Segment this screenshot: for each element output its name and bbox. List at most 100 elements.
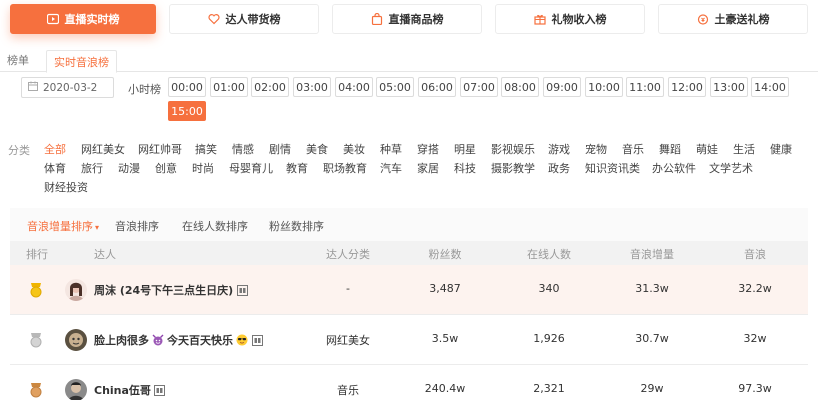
tab-gift-income[interactable]: 礼物收入榜 xyxy=(495,4,645,34)
avatar[interactable] xyxy=(65,379,87,400)
influencer-name[interactable]: China伍哥 xyxy=(94,382,166,398)
fans-cell: 240.4w xyxy=(424,382,466,395)
influencer-name[interactable]: 周沫 (24号下午三点生日庆) xyxy=(94,282,248,298)
tab-label: 礼物收入榜 xyxy=(551,13,607,26)
tab-influencer-sales[interactable]: 达人带货榜 xyxy=(169,4,319,34)
table-row[interactable]: 脸上肉很多 今天百天快乐 网红美女 3.5w 1,926 30.7w 32w xyxy=(10,315,808,365)
category-item[interactable]: 创意 xyxy=(155,160,177,176)
increment-cell: 30.7w xyxy=(635,332,669,345)
hour-button[interactable]: 08:00 xyxy=(501,77,539,97)
silver-medal-icon xyxy=(29,332,43,348)
online-cell: 340 xyxy=(538,282,560,295)
category-item[interactable]: 情感 xyxy=(232,141,254,157)
category-item[interactable]: 明星 xyxy=(454,141,476,157)
category-item[interactable]: 文学艺术 xyxy=(709,160,753,176)
category-item[interactable]: 美食 xyxy=(306,141,328,157)
hour-button[interactable]: 10:00 xyxy=(585,77,623,97)
tab-label: 直播商品榜 xyxy=(388,13,444,26)
category-item[interactable]: 政务 xyxy=(548,160,570,176)
category-item[interactable]: 游戏 xyxy=(548,141,570,157)
table-row[interactable]: 周沫 (24号下午三点生日庆) - 3,487 340 31.3w 32.2w xyxy=(10,265,808,315)
category-item[interactable]: 全部 xyxy=(44,141,66,157)
category-item[interactable]: 宠物 xyxy=(585,141,607,157)
category-item[interactable]: 健康 xyxy=(770,141,792,157)
column-header: 粉丝数 xyxy=(428,248,462,261)
category-item[interactable]: 美妆 xyxy=(343,141,365,157)
hour-button[interactable]: 14:00 xyxy=(751,77,789,97)
sort-tab-fans[interactable]: 粉丝数排序 xyxy=(269,218,324,234)
hour-button[interactable]: 06:00 xyxy=(418,77,456,97)
hour-button-active[interactable]: 15:00 xyxy=(168,101,206,121)
sort-arrow-icon: ▾ xyxy=(95,223,100,232)
total-cell: 32w xyxy=(743,332,767,345)
category-item[interactable]: 剧情 xyxy=(269,141,291,157)
hour-button[interactable]: 04:00 xyxy=(335,77,373,97)
rank-badge-icon xyxy=(236,284,248,296)
category-item[interactable]: 动漫 xyxy=(118,160,140,176)
bag-icon xyxy=(371,13,383,25)
category-item[interactable]: 科技 xyxy=(454,160,476,176)
rank-badge-icon xyxy=(154,384,166,396)
hour-button[interactable]: 13:00 xyxy=(710,77,748,97)
avatar[interactable] xyxy=(65,279,87,301)
category-item[interactable]: 种草 xyxy=(380,141,402,157)
table-row[interactable]: China伍哥 音乐 240.4w 2,321 29w 97.3w xyxy=(10,365,808,400)
influencer-name[interactable]: 脸上肉很多 今天百天快乐 xyxy=(94,332,263,348)
column-header: 音浪增量 xyxy=(630,248,674,261)
category-item[interactable]: 母婴育儿 xyxy=(229,160,273,176)
category-item[interactable]: 穿搭 xyxy=(417,141,439,157)
tab-label: 直播实时榜 xyxy=(64,13,120,26)
hour-button[interactable]: 02:00 xyxy=(251,77,289,97)
hour-button[interactable]: 11:00 xyxy=(626,77,664,97)
tab-live-products[interactable]: 直播商品榜 xyxy=(332,4,482,34)
sub-tab-realtime-sound-wave[interactable]: 实时音浪榜 xyxy=(46,50,117,73)
hour-button[interactable]: 03:00 xyxy=(293,77,331,97)
category-item[interactable]: 职场教育 xyxy=(323,160,367,176)
sort-tab-label: 音浪增量排序 xyxy=(27,220,93,233)
sort-tab-sound[interactable]: 音浪排序 xyxy=(115,218,159,234)
hour-button[interactable]: 07:00 xyxy=(460,77,498,97)
category-item[interactable]: 知识资讯类 xyxy=(585,160,640,176)
category-item[interactable]: 萌娃 xyxy=(696,141,718,157)
hour-button[interactable]: 09:00 xyxy=(543,77,581,97)
online-cell: 2,321 xyxy=(533,382,565,395)
category-item[interactable]: 教育 xyxy=(286,160,308,176)
fans-cell: 3,487 xyxy=(429,282,461,295)
category-item[interactable]: 网红帅哥 xyxy=(138,141,182,157)
date-picker[interactable]: 2020-03-2 xyxy=(21,77,114,98)
tab-top-gifters[interactable]: 土豪送礼榜 xyxy=(658,4,808,34)
bronze-medal-icon xyxy=(29,382,43,398)
avatar[interactable] xyxy=(65,329,87,351)
name-text: 脸上肉很多 xyxy=(94,334,149,347)
tab-label: 达人带货榜 xyxy=(225,13,281,26)
category-label: 分类 xyxy=(8,144,30,157)
category-item[interactable]: 搞笑 xyxy=(195,141,217,157)
category-item[interactable]: 财经投资 xyxy=(44,179,88,195)
hour-button[interactable]: 12:00 xyxy=(668,77,706,97)
coin-icon xyxy=(697,13,709,25)
category-item[interactable]: 体育 xyxy=(44,160,66,176)
hour-button[interactable]: 00:00 xyxy=(168,77,206,97)
tab-live-realtime[interactable]: 直播实时榜 xyxy=(10,4,156,34)
category-item[interactable]: 旅行 xyxy=(81,160,103,176)
category-item[interactable]: 汽车 xyxy=(380,160,402,176)
category-item[interactable]: 时尚 xyxy=(192,160,214,176)
sort-tab-sound-increment[interactable]: 音浪增量排序 ▾ xyxy=(27,218,99,234)
category-item[interactable]: 影视娱乐 xyxy=(491,141,535,157)
category-item[interactable]: 生活 xyxy=(733,141,755,157)
total-cell: 32.2w xyxy=(738,282,772,295)
hour-button[interactable]: 05:00 xyxy=(376,77,414,97)
category-item[interactable]: 办公软件 xyxy=(652,160,696,176)
category-item[interactable]: 音乐 xyxy=(622,141,644,157)
category-item[interactable]: 网红美女 xyxy=(81,141,125,157)
category-item[interactable]: 家居 xyxy=(417,160,439,176)
category-item[interactable]: 舞蹈 xyxy=(659,141,681,157)
hour-button[interactable]: 01:00 xyxy=(210,77,248,97)
sub-tab-rankings[interactable]: 榜单 xyxy=(7,52,29,68)
category-item[interactable]: 摄影教学 xyxy=(491,160,535,176)
sort-tab-online[interactable]: 在线人数排序 xyxy=(182,218,248,234)
date-value: 2020-03-2 xyxy=(43,81,98,94)
gift-icon xyxy=(533,13,546,25)
tab-label: 土豪送礼榜 xyxy=(714,13,770,26)
category-cell: 音乐 xyxy=(337,384,359,397)
